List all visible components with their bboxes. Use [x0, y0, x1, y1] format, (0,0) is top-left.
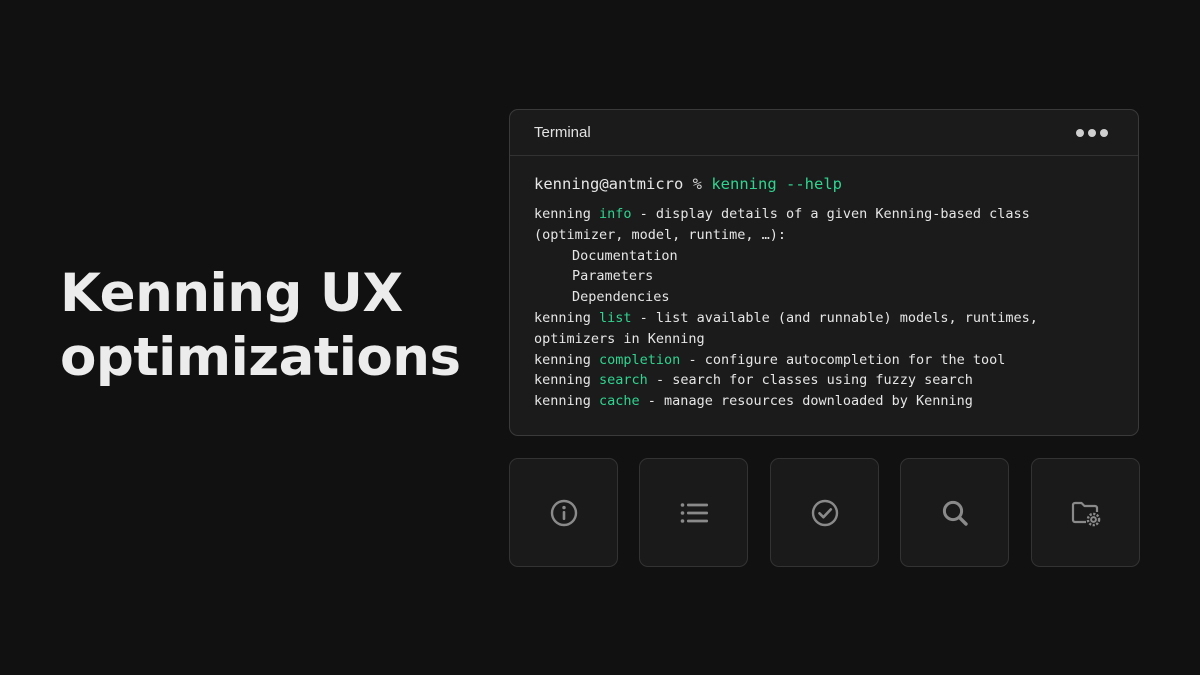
output-line-search: kenning search - search for classes usin… [534, 370, 1114, 391]
line-prefix: kenning [534, 351, 600, 368]
output-line-completion: kenning completion - configure autocompl… [534, 350, 1114, 371]
prompt-symbol: % [692, 175, 702, 193]
folder-settings-icon [1071, 501, 1100, 526]
output-line-indented: Parameters [572, 268, 654, 285]
terminal-title: Terminal [534, 124, 591, 141]
title-line-2: optimizations [60, 327, 461, 388]
list-icon [680, 502, 708, 523]
output-line: optimizers in Kenning [534, 330, 705, 347]
list-tile[interactable] [639, 458, 748, 567]
info-icon [550, 499, 577, 526]
line-text: - manage resources downloaded by Kenning [639, 393, 973, 410]
output-line-indented: Documentation [572, 247, 678, 264]
subcommand-keyword: completion [599, 351, 681, 368]
output-line-indented: Dependencies [572, 289, 670, 306]
output-line-cache: kenning cache - manage resources downloa… [534, 391, 1114, 412]
terminal-output: kenning@antmicro % kenning --help kennin… [510, 156, 1138, 412]
output-line-list: kenning list - list available (and runna… [534, 308, 1114, 329]
line-prefix: kenning [534, 206, 600, 222]
prompt-user: kenning@antmicro [534, 175, 684, 193]
search-tile[interactable] [900, 458, 1009, 567]
check-circle-icon [811, 499, 838, 526]
cache-tile[interactable] [1031, 458, 1140, 567]
subcommand-keyword: cache [599, 393, 640, 410]
line-text: - display details of a given Kenning-bas… [631, 206, 1030, 222]
terminal-prompt: kenning@antmicro % kenning --help [534, 175, 1114, 193]
title-line-1: Kenning UX [60, 263, 403, 324]
terminal-header: Terminal [510, 110, 1138, 156]
search-icon [942, 500, 968, 526]
line-prefix: kenning [534, 393, 600, 410]
command-tiles [509, 458, 1140, 567]
line-prefix: kenning [534, 372, 600, 389]
ellipsis-icon[interactable] [1076, 128, 1108, 137]
terminal-window: Terminal kenning@antmicro % kenning --he… [509, 109, 1139, 436]
line-text: - list available (and runnable) models, … [631, 309, 1038, 326]
subcommand-keyword: search [599, 372, 648, 389]
output-line-info: kenning info - display details of a give… [534, 204, 1114, 225]
prompt-command: kenning --help [711, 175, 842, 193]
line-text: - configure autocompletion for the tool [680, 351, 1006, 368]
info-tile[interactable] [509, 458, 618, 567]
subcommand-keyword: info [599, 206, 632, 222]
output-line: (optimizer, model, runtime, …): [534, 226, 786, 243]
page-title: Kenning UX optimizations [60, 262, 461, 390]
line-text: - search for classes using fuzzy search [647, 372, 973, 389]
subcommand-keyword: list [599, 309, 632, 326]
completion-tile[interactable] [770, 458, 879, 567]
line-prefix: kenning [534, 309, 600, 326]
